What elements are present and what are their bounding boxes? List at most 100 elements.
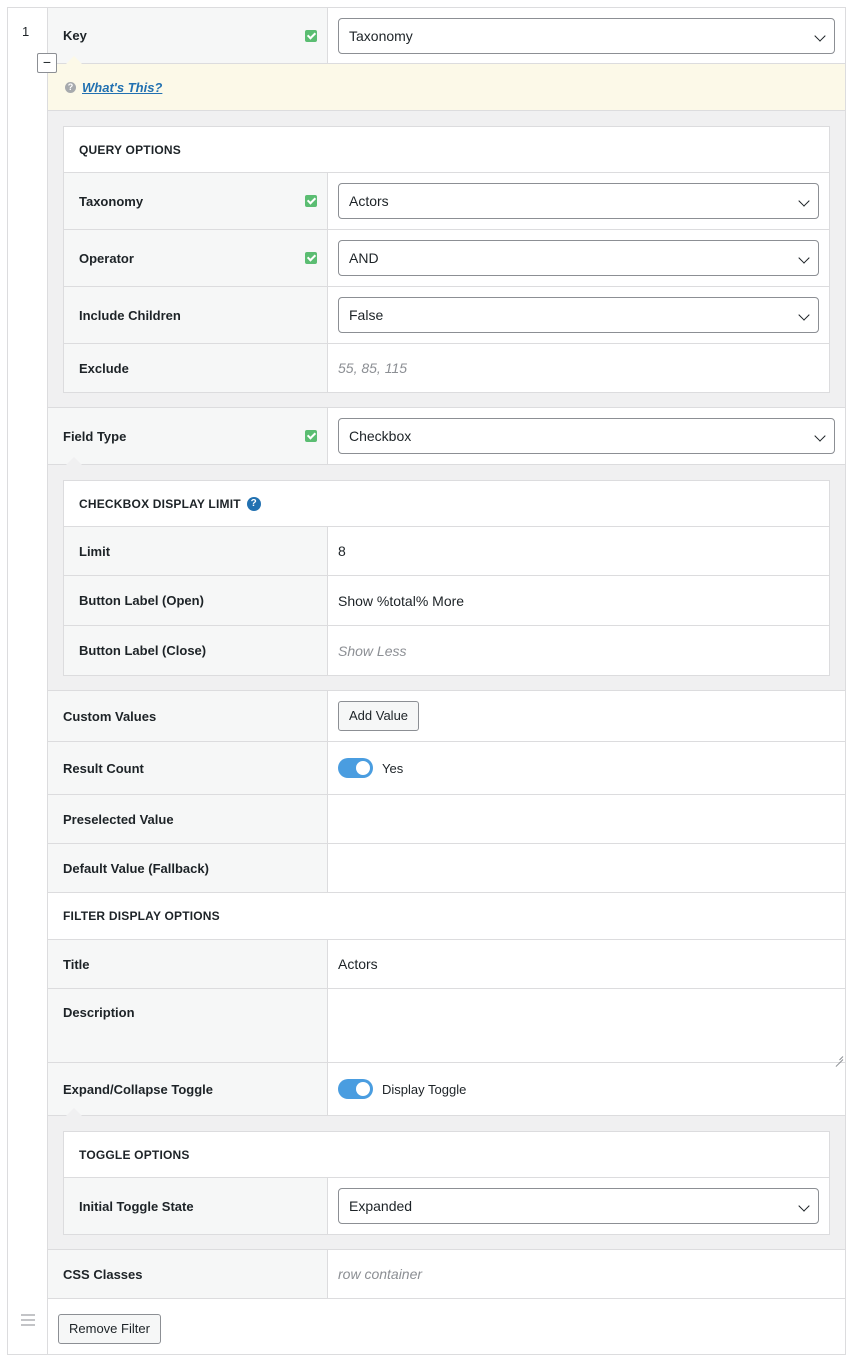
taxonomy-value-cell: Actors (328, 173, 829, 229)
whats-this-notice: ? What's This? (48, 64, 845, 111)
default-value-input[interactable] (328, 844, 845, 892)
exclude-row: Exclude 55, 85, 115 (64, 344, 829, 392)
close-label-cell: Button Label (Close) (64, 626, 328, 675)
include-children-select-value: False (349, 307, 384, 323)
operator-row: Operator AND (64, 230, 829, 287)
collapse-icon[interactable]: − (37, 53, 57, 73)
open-label-label: Button Label (Open) (79, 593, 204, 608)
include-children-select[interactable]: False (338, 297, 819, 333)
default-value-label: Default Value (Fallback) (63, 860, 209, 876)
drag-handle-icon[interactable] (21, 1314, 35, 1326)
field-type-select[interactable]: Checkbox (338, 418, 835, 454)
title-row: Title Actors (48, 940, 845, 989)
whats-this-link[interactable]: What's This? (82, 80, 162, 95)
key-select[interactable]: Taxonomy (338, 17, 835, 54)
result-count-row: Result Count Yes (48, 742, 845, 795)
limit-value: 8 (338, 543, 346, 559)
add-value-button[interactable]: Add Value (338, 701, 420, 731)
expand-toggle-label-cell: Expand/Collapse Toggle (48, 1063, 328, 1116)
checkbox-limit-heading: CHECKBOX DISPLAY LIMIT ? (64, 481, 829, 527)
initial-state-select[interactable]: Expanded (338, 1188, 819, 1224)
key-label: Key (63, 28, 87, 43)
check-icon (305, 430, 317, 442)
limit-row: Limit 8 (64, 527, 829, 576)
title-label: Title (63, 956, 90, 972)
expand-toggle-row: Expand/Collapse Toggle Display Toggle (48, 1063, 845, 1116)
result-count-label-cell: Result Count (48, 742, 328, 794)
include-children-value-cell: False (328, 287, 829, 343)
limit-label: Limit (79, 543, 111, 559)
operator-value-cell: AND (328, 230, 829, 286)
description-label-cell: Description (48, 989, 328, 1062)
close-label-input[interactable]: Show Less (328, 626, 829, 675)
operator-select-value: AND (349, 250, 379, 266)
preselected-label: Preselected Value (63, 811, 174, 827)
result-count-value-cell: Yes (328, 742, 845, 794)
checkbox-limit-panel: CHECKBOX DISPLAY LIMIT ? Limit 8 Button … (63, 480, 830, 676)
taxonomy-select-value: Actors (349, 193, 389, 209)
initial-state-value-cell: Expanded (328, 1178, 829, 1234)
operator-select[interactable]: AND (338, 240, 819, 276)
close-label-row: Button Label (Close) Show Less (64, 626, 829, 675)
taxonomy-label-cell: Taxonomy (64, 173, 328, 229)
field-type-label-cell: Field Type (48, 408, 328, 465)
preselected-input[interactable] (328, 795, 845, 843)
checkbox-limit-heading-text: CHECKBOX DISPLAY LIMIT (79, 496, 241, 511)
css-classes-row: CSS Classes row container (48, 1250, 845, 1299)
field-type-label: Field Type (63, 428, 127, 444)
exclude-input[interactable]: 55, 85, 115 (328, 344, 829, 392)
filter-settings: Key Taxonomy ? What's This? QUERY OPTION… (48, 8, 845, 1358)
field-type-row: Field Type Checkbox (48, 408, 845, 465)
operator-label: Operator (79, 250, 134, 266)
initial-state-row: Initial Toggle State Expanded (64, 1178, 829, 1234)
query-options-wrap: QUERY OPTIONS Taxonomy Actors Operator A… (48, 111, 845, 408)
row-number: 1 (22, 24, 30, 39)
initial-state-label-cell: Initial Toggle State (64, 1178, 328, 1234)
open-label-row: Button Label (Open) Show %total% More (64, 576, 829, 626)
taxonomy-row: Taxonomy Actors (64, 173, 829, 230)
custom-values-row: Custom Values Add Value (48, 691, 845, 742)
limit-input[interactable]: 8 (328, 527, 829, 575)
taxonomy-select[interactable]: Actors (338, 183, 819, 219)
custom-values-value-cell: Add Value (328, 691, 845, 741)
include-children-label: Include Children (79, 307, 181, 323)
description-row: Description (48, 989, 845, 1063)
resize-grip-icon[interactable] (835, 1052, 843, 1060)
custom-values-label: Custom Values (63, 708, 157, 724)
chevron-down-icon (798, 309, 810, 321)
check-icon (305, 29, 317, 42)
chevron-down-icon (798, 252, 810, 264)
open-label-input[interactable]: Show %total% More (328, 576, 829, 625)
help-icon[interactable]: ? (246, 496, 261, 511)
check-icon (305, 252, 317, 264)
include-children-row: Include Children False (64, 287, 829, 344)
title-input[interactable]: Actors (328, 940, 845, 988)
key-value-cell: Taxonomy (328, 8, 845, 63)
open-label-cell: Button Label (Open) (64, 576, 328, 625)
toggle-options-wrap: TOGGLE OPTIONS Initial Toggle State Expa… (48, 1116, 845, 1250)
initial-state-label: Initial Toggle State (79, 1198, 194, 1214)
result-count-toggle[interactable] (338, 758, 373, 778)
result-count-toggle-text: Yes (382, 760, 404, 776)
filter-display-heading: FILTER DISPLAY OPTIONS (48, 893, 845, 940)
taxonomy-label: Taxonomy (79, 193, 144, 209)
chevron-down-icon (814, 29, 826, 42)
check-icon (305, 195, 317, 207)
custom-values-label-cell: Custom Values (48, 691, 328, 741)
operator-label-cell: Operator (64, 230, 328, 286)
filter-row-container: 1 − Key Taxonomy ? What's This? QUERY OP… (7, 7, 846, 1355)
css-classes-input[interactable]: row container (328, 1250, 845, 1298)
include-children-label-cell: Include Children (64, 287, 328, 343)
title-label-cell: Title (48, 940, 328, 988)
key-select-value: Taxonomy (349, 27, 413, 44)
description-label: Description (63, 1005, 135, 1020)
description-textarea[interactable] (328, 989, 845, 1062)
expand-toggle-label: Expand/Collapse Toggle (63, 1081, 214, 1097)
default-value-row: Default Value (Fallback) (48, 844, 845, 893)
expand-toggle-switch[interactable] (338, 1079, 373, 1099)
remove-filter-button[interactable]: Remove Filter (58, 1313, 161, 1344)
css-classes-label: CSS Classes (63, 1266, 143, 1282)
open-label-value: Show %total% More (338, 592, 465, 609)
expand-toggle-value-cell: Display Toggle (328, 1063, 845, 1115)
description-value-cell (328, 989, 845, 1062)
